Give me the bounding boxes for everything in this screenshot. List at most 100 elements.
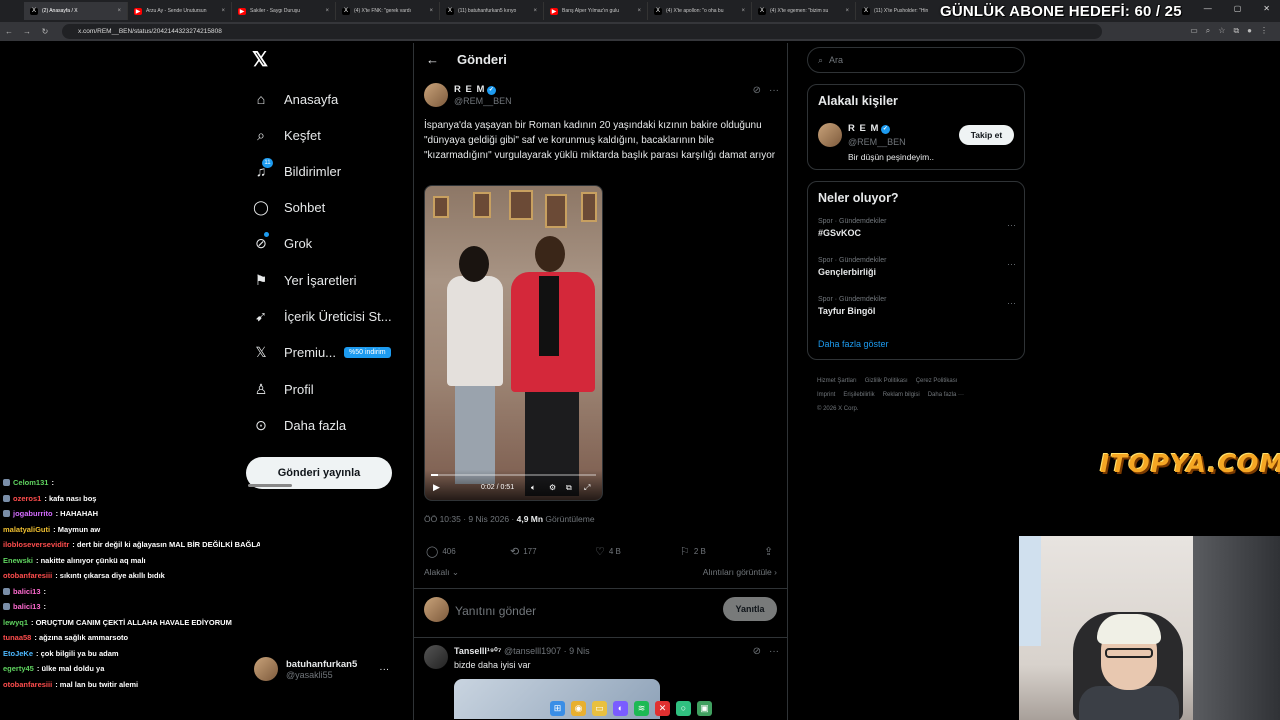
x-logo-icon[interactable]: 𝕏: [252, 50, 272, 70]
footer-link[interactable]: Çerez Politikası: [916, 378, 958, 384]
bookmark-action[interactable]: ⚐ 2 B: [680, 545, 706, 558]
chat-username[interactable]: egerty45: [3, 664, 34, 673]
spotify-icon[interactable]: ≋: [634, 700, 649, 716]
browser-tab[interactable]: X (4) X'te apollon: "o oha bu ×: [648, 2, 752, 20]
nav-item-premium[interactable]: 𝕏 Premiu... %50 indirim: [252, 340, 391, 364]
post-timestamp[interactable]: ÖÖ 10:35 · 9 Nis 2026 ·: [424, 514, 517, 524]
chat-username[interactable]: balici13: [13, 587, 41, 596]
url-field[interactable]: x.com/REM__BEN/status/204214432327421580…: [62, 24, 1102, 39]
menu-icon[interactable]: ⋮: [1260, 26, 1268, 36]
chat-username[interactable]: tunaa58: [3, 633, 31, 642]
back-nav-icon[interactable]: ←: [0, 27, 18, 36]
star-icon[interactable]: ☆: [1218, 26, 1225, 36]
nav-item-bookmarks[interactable]: ⚑ Yer İşaretleri: [252, 268, 357, 292]
pip-icon[interactable]: ⧉: [566, 483, 572, 493]
share-action[interactable]: ⇪: [764, 545, 773, 558]
trend-item[interactable]: Spor · Gündemdekiler Tayfur Bingöl ···: [818, 296, 1016, 324]
settings-icon[interactable]: ⚙: [549, 483, 556, 492]
reply-action[interactable]: ◯ 406: [426, 545, 456, 558]
account-more-icon[interactable]: ···: [379, 664, 389, 675]
trend-item[interactable]: Spor · Gündemdekiler #GSvKOC ···: [818, 218, 1016, 246]
nav-item-explore[interactable]: ⌕ Keşfet: [252, 123, 321, 147]
reply-author[interactable]: Tanselll¹⁹⁰⁷ @tanselll1907 · 9 Nis: [454, 646, 590, 657]
browser-tab[interactable]: X (2) Anasayfa / X ×: [24, 2, 128, 20]
tab-close-icon[interactable]: ×: [221, 8, 225, 14]
like-action[interactable]: ♡ 4 B: [595, 545, 621, 558]
footer-link[interactable]: Imprint: [817, 392, 835, 398]
tab-close-icon[interactable]: ×: [325, 8, 329, 14]
nav-item-creator-studio[interactable]: ➹ İçerik Üreticisi St...: [252, 304, 392, 328]
chat-username[interactable]: Celom131: [13, 478, 48, 487]
tab-close-icon[interactable]: ×: [429, 8, 433, 14]
app-square-icon[interactable]: ▣: [697, 700, 712, 716]
discord-icon[interactable]: ◐: [613, 700, 628, 716]
cast-icon[interactable]: ▭: [1190, 26, 1198, 36]
repost-action[interactable]: ⟲ 177: [510, 545, 537, 558]
nav-item-home[interactable]: ⌂ Anasayfa: [252, 87, 338, 111]
grok-explain-icon[interactable]: ⊘: [753, 646, 761, 657]
tab-close-icon[interactable]: ×: [117, 8, 121, 14]
footer-link[interactable]: Hizmet Şartları: [817, 378, 857, 384]
footer-link[interactable]: Daha fazla ···: [928, 392, 964, 398]
search-input[interactable]: ⌕ Ara: [807, 47, 1025, 73]
back-arrow-icon[interactable]: ←: [426, 52, 439, 67]
minimize-icon[interactable]: —: [1204, 4, 1212, 13]
follow-button[interactable]: Takip et: [959, 125, 1014, 145]
author-avatar[interactable]: [424, 83, 448, 107]
nav-item-notifications[interactable]: ♫ 11 Bildirimler: [252, 158, 341, 183]
browser-tab[interactable]: X (11) batuhanfurkan5 kırıyo ×: [440, 2, 544, 20]
profile-icon[interactable]: ●: [1247, 26, 1252, 36]
chat-username[interactable]: Enewski: [3, 556, 33, 565]
nav-item-more[interactable]: ⊙ Daha fazla: [252, 413, 346, 437]
related-handle[interactable]: @REM__BEN: [848, 137, 906, 147]
related-name[interactable]: R E M ✓: [848, 123, 891, 134]
post-more-icon[interactable]: ···: [769, 85, 779, 96]
chat-username[interactable]: jogaburrito: [13, 509, 53, 518]
browser-tab[interactable]: X (4) X'te FNK: "gerek vardı ×: [336, 2, 440, 20]
forward-nav-icon[interactable]: →: [18, 27, 36, 36]
browser-tab[interactable]: X (4) X'te egemen: "bizim su ×: [752, 2, 856, 20]
browser-tab[interactable]: ▶ Barış Alper Yılmaz'ın gulu ×: [544, 2, 648, 20]
browser-tab[interactable]: ▶ Sakiler - Saygı Duruşu ×: [232, 2, 336, 20]
chat-username[interactable]: ozeros1: [13, 494, 41, 503]
play-icon[interactable]: ▶: [433, 482, 440, 493]
account-switcher[interactable]: batuhanfurkan5 @yasakli55 ···: [254, 654, 404, 684]
chat-username[interactable]: ilobloseverseviditr: [3, 540, 69, 549]
reply-input[interactable]: Yanıtını gönder: [455, 604, 536, 618]
post-video[interactable]: ▶ 0:02 / 0:51 🔈︎ ⚙ ⧉ ⤢: [424, 185, 603, 501]
reply-sort-dropdown[interactable]: Alakalı ⌄: [424, 567, 459, 578]
trend-more-icon[interactable]: ···: [1007, 259, 1016, 269]
tab-close-icon[interactable]: ×: [533, 8, 537, 14]
chat-username[interactable]: lewyq1: [3, 618, 28, 627]
nav-item-grok[interactable]: ⊘ Grok: [252, 231, 312, 255]
chat-username[interactable]: balici13: [13, 602, 41, 611]
chrome-icon[interactable]: ◉: [571, 700, 586, 716]
reply-submit-button[interactable]: Yanıtla: [723, 597, 777, 621]
tab-close-icon[interactable]: ×: [741, 8, 745, 14]
trend-more-icon[interactable]: ···: [1007, 220, 1016, 230]
tab-close-icon[interactable]: ×: [637, 8, 641, 14]
windows-start-icon[interactable]: ⊞: [550, 700, 565, 716]
fullscreen-icon[interactable]: ⤢: [584, 483, 590, 493]
author-name[interactable]: R E M ✓: [454, 84, 497, 95]
chat-username[interactable]: malatyaliGuti: [3, 525, 50, 534]
zoom-icon[interactable]: ⌕: [1206, 26, 1210, 36]
browser-tab[interactable]: ▶ Arzu Ay - Sende Unutursun ×: [128, 2, 232, 20]
video-progress-bar[interactable]: [431, 474, 596, 476]
volume-icon[interactable]: 🔈︎: [531, 483, 536, 493]
close-icon[interactable]: ✕: [1263, 4, 1270, 13]
footer-link[interactable]: © 2026 X Corp.: [817, 406, 858, 412]
grok-explain-icon[interactable]: ⊘: [753, 85, 761, 96]
post-button[interactable]: Gönderi yayınla: [246, 457, 392, 489]
nav-item-chat[interactable]: ◯ Sohbet: [252, 195, 325, 219]
trend-more-icon[interactable]: ···: [1007, 298, 1016, 308]
maximize-icon[interactable]: ▢: [1234, 4, 1242, 13]
chat-username[interactable]: otobanfaresiii: [3, 680, 52, 689]
reply-avatar[interactable]: [424, 645, 448, 669]
reload-icon[interactable]: ↻: [36, 27, 54, 36]
footer-link[interactable]: Gizlilik Politikası: [865, 378, 908, 384]
chat-username[interactable]: otobanfaresiii: [3, 571, 52, 580]
related-avatar[interactable]: [818, 123, 842, 147]
folder-icon[interactable]: ▭: [592, 700, 607, 716]
chat-username[interactable]: EtoJeKe: [3, 649, 33, 658]
